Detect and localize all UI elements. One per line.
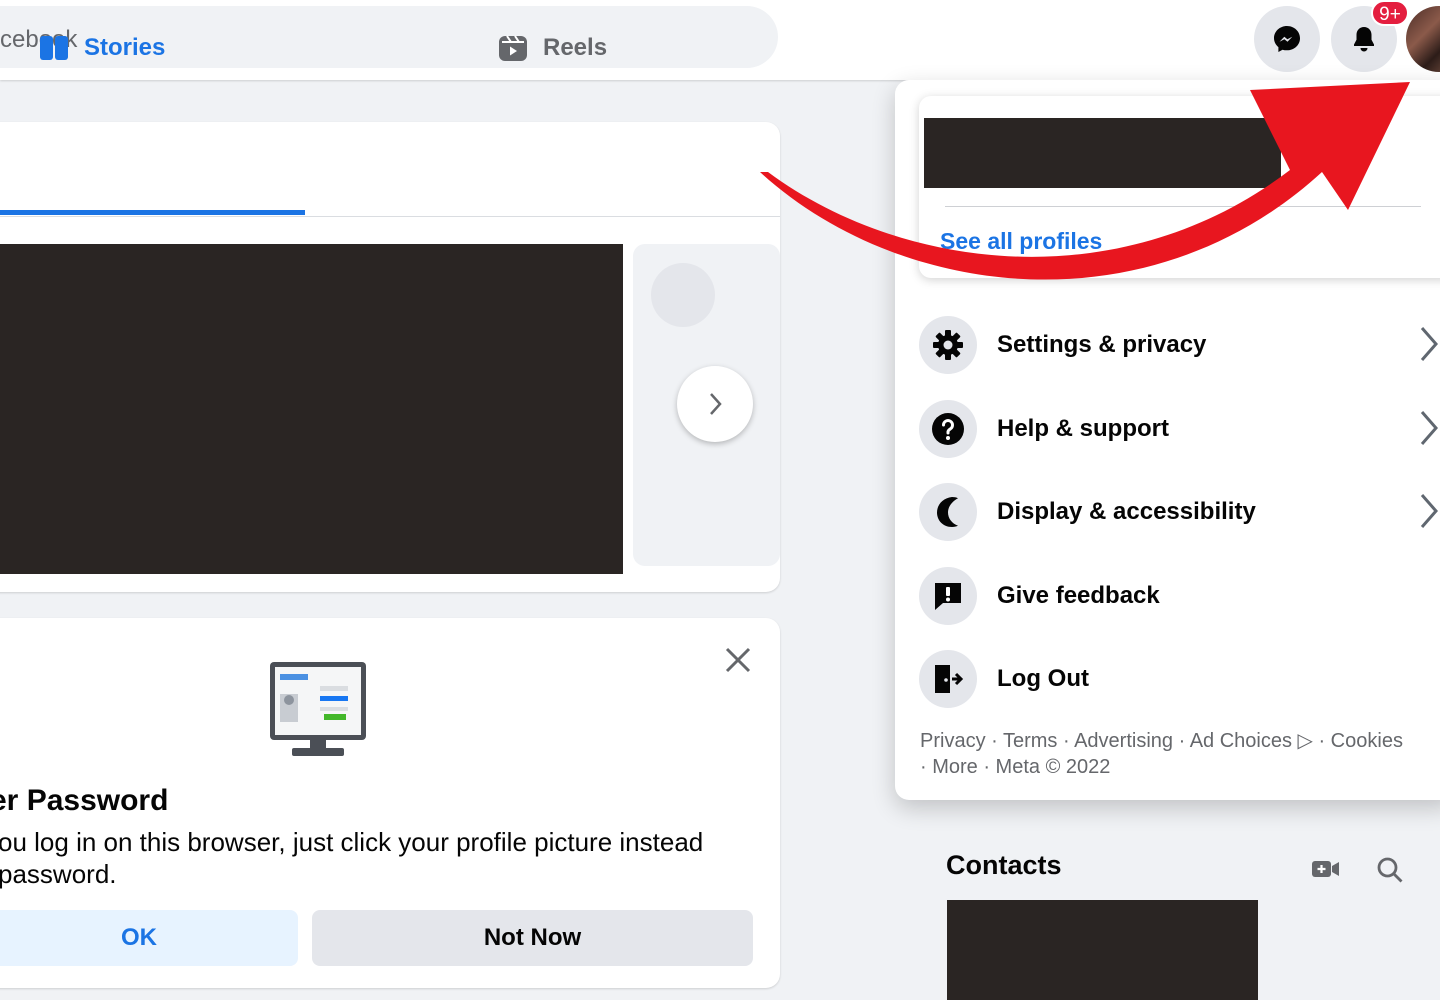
question-icon	[919, 400, 977, 458]
menu-item-label: Help & support	[997, 415, 1169, 442]
menu-item-label: Display & accessibility	[997, 498, 1256, 525]
stories-icon	[40, 36, 68, 60]
search-icon[interactable]	[1376, 856, 1404, 884]
close-button[interactable]	[716, 638, 760, 682]
story-placeholder-avatar	[651, 263, 715, 327]
chevron-right-icon	[710, 393, 722, 415]
contact-redacted-block[interactable]	[947, 900, 1258, 1000]
reels-icon	[499, 35, 527, 61]
menu-item-give-feedback[interactable]: Give feedback	[919, 563, 1440, 629]
computer-illustration	[270, 662, 366, 756]
notification-badge: 9+	[1371, 0, 1409, 26]
menu-item-display-accessibility[interactable]: Display & accessibility	[919, 479, 1440, 545]
active-tab-indicator	[0, 210, 305, 215]
password-desc-line-1: ou log in on this browser, just click yo…	[0, 827, 704, 857]
logout-icon	[919, 650, 977, 708]
contacts-heading: Contacts	[946, 850, 1062, 880]
moon-icon	[919, 483, 977, 541]
bell-icon	[1354, 27, 1374, 52]
menu-item-label: Settings & privacy	[997, 331, 1207, 358]
messenger-icon	[1274, 26, 1300, 52]
profile-avatar[interactable]	[1406, 6, 1440, 72]
ok-button[interactable]: OK	[0, 910, 298, 966]
messenger-button[interactable]	[1254, 6, 1320, 72]
story-redacted-block[interactable]	[0, 244, 623, 574]
menu-item-help-support[interactable]: Help & support	[919, 396, 1440, 462]
menu-item-label: Give feedback	[997, 582, 1160, 609]
menu-item-settings-privacy[interactable]: Settings & privacy	[919, 312, 1440, 378]
password-card-title: er Password	[0, 784, 169, 817]
not-now-button[interactable]: Not Now	[312, 910, 753, 966]
profile-name-redacted[interactable]	[924, 118, 1281, 188]
footer-links[interactable]: Privacy · Terms · Advertising · Ad Choic…	[920, 728, 1440, 780]
gear-icon	[919, 316, 977, 374]
tab-reels-label: Reels	[543, 34, 608, 61]
tab-divider	[0, 216, 780, 217]
tab-stories-label: Stories	[84, 34, 166, 61]
footer-links-line-1[interactable]: Privacy · Terms · Advertising · Ad Choic…	[920, 728, 1440, 754]
profile-divider	[945, 206, 1421, 207]
feedback-icon	[919, 567, 977, 625]
tab-reels[interactable]: Reels	[497, 0, 607, 96]
menu-item-label: Log Out	[997, 665, 1089, 692]
video-camera-icon[interactable]	[1310, 856, 1340, 882]
chevron-right-icon	[1420, 327, 1438, 361]
stories-next-button[interactable]	[677, 366, 753, 442]
see-all-profiles-link[interactable]: See all profiles	[940, 228, 1102, 255]
password-card-description: ou log in on this browser, just click yo…	[0, 826, 758, 890]
menu-item-log-out[interactable]: Log Out	[919, 646, 1440, 712]
top-bar: cebook	[0, 0, 1440, 80]
close-icon	[725, 647, 751, 673]
tab-stories[interactable]: Stories	[38, 0, 165, 96]
password-desc-line-2: password.	[0, 859, 117, 889]
chevron-right-icon	[1420, 494, 1438, 528]
chevron-right-icon	[1420, 411, 1438, 445]
footer-links-line-2[interactable]: · More · Meta © 2022	[920, 754, 1440, 780]
